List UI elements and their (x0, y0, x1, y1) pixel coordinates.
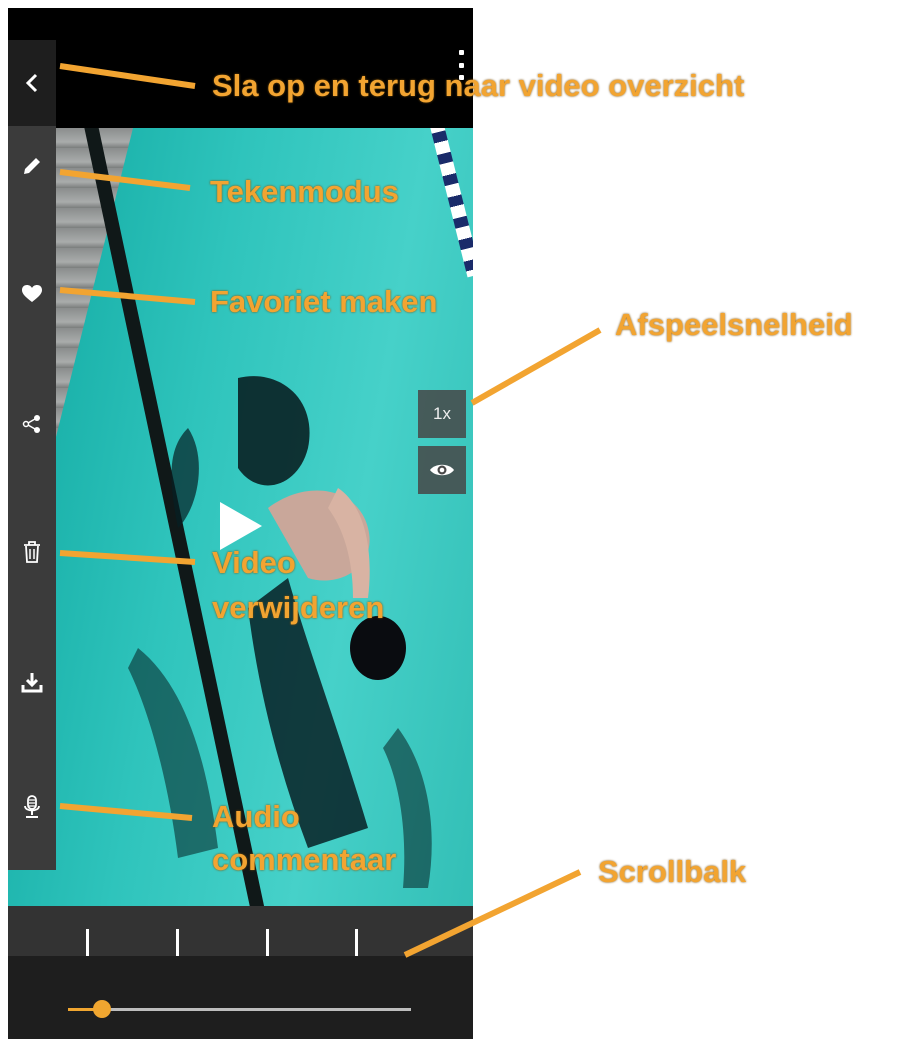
download-button[interactable] (8, 658, 56, 706)
share-icon (22, 415, 40, 433)
play-icon[interactable] (220, 502, 262, 550)
eye-icon (430, 464, 454, 476)
heart-icon (22, 285, 42, 302)
annotation-scrollbar: Scrollbalk (598, 854, 747, 889)
pencil-icon (24, 158, 40, 174)
bottom-bar (8, 956, 473, 1039)
video-editor-screen: 1x (8, 8, 473, 1039)
delete-video-button[interactable] (8, 528, 56, 576)
visibility-toggle-button[interactable] (418, 446, 466, 494)
audio-comment-button[interactable] (8, 783, 56, 831)
seek-thumb[interactable] (93, 1000, 112, 1018)
trash-icon (24, 541, 40, 563)
playback-speed-label: 1x (433, 404, 451, 423)
chevron-left-icon (25, 73, 38, 93)
playback-speed-button[interactable]: 1x (418, 390, 466, 438)
top-bar (8, 8, 473, 128)
back-button[interactable] (8, 40, 56, 126)
video-frame[interactable] (8, 128, 473, 906)
draw-mode-button[interactable] (8, 142, 56, 190)
annotation-playback-speed: Afspeelsnelheid (615, 307, 853, 342)
favorite-button[interactable] (8, 270, 56, 318)
pointer-line-speed (470, 327, 602, 406)
share-button[interactable] (8, 400, 56, 448)
microphone-icon (24, 795, 40, 818)
seek-slider[interactable] (68, 1000, 411, 1018)
download-icon (21, 673, 43, 693)
more-vertical-icon[interactable] (453, 50, 469, 80)
